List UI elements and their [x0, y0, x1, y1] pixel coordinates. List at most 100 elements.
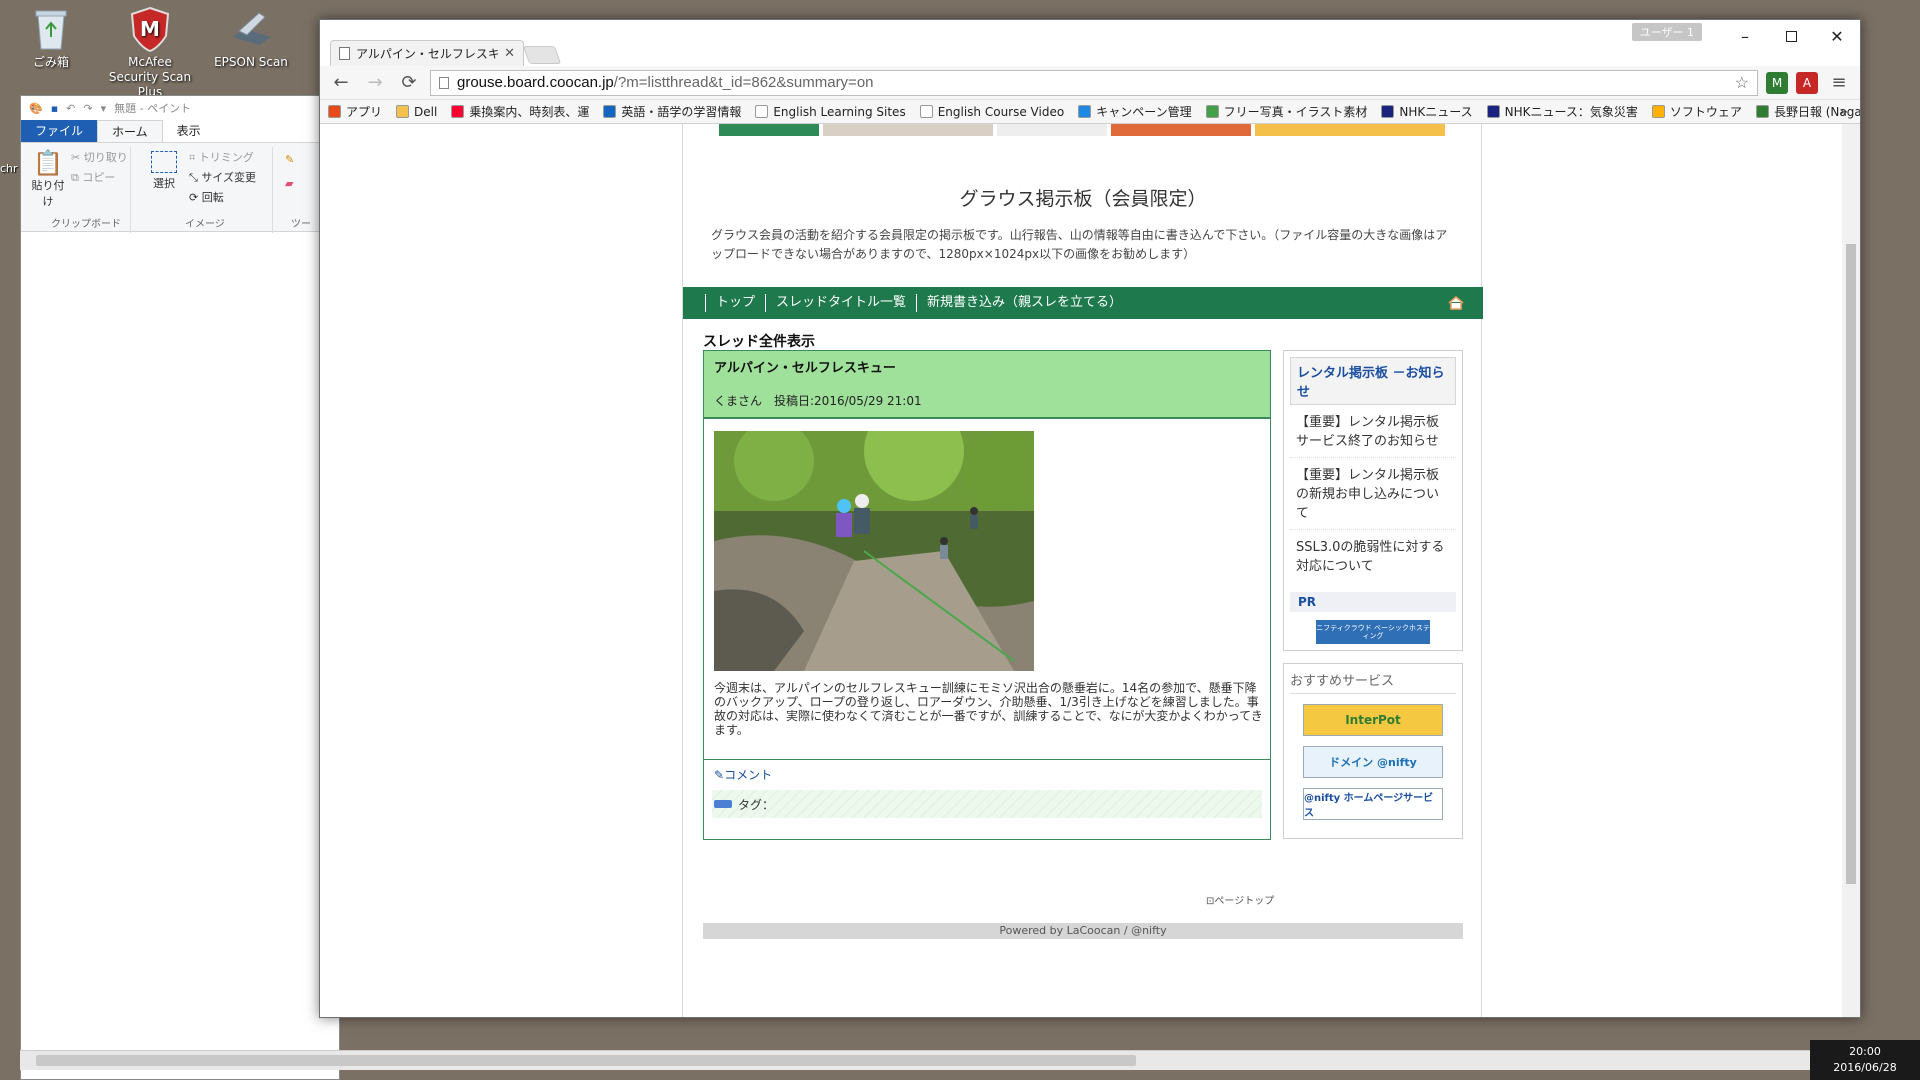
post-photo[interactable]: [714, 431, 1034, 671]
recommended-title: おすすめサービス: [1290, 670, 1456, 694]
page-container: グラウス掲示板（会員限定） グラウス会員の活動を紹介する会員限定の掲示板です。山…: [682, 124, 1483, 1017]
clipboard-icon: 📋: [33, 149, 63, 177]
comment-link[interactable]: ✎コメント: [714, 766, 772, 783]
trim-button[interactable]: ⌗ トリミング: [189, 149, 254, 165]
page-icon: [919, 105, 933, 118]
nav-top[interactable]: トップ: [705, 294, 765, 312]
bookmark-item[interactable]: English Learning Sites: [755, 105, 906, 119]
banner-image: [1111, 124, 1251, 136]
bookmark-item[interactable]: Dell: [396, 105, 437, 119]
banner-image: [719, 124, 819, 136]
nav-new-post[interactable]: 新規書き込み（親スレを立てる）: [916, 294, 1132, 312]
pr-label: PR: [1290, 592, 1456, 612]
climbing-photo: [714, 431, 1034, 671]
select-rectangle-icon: [151, 151, 177, 173]
nav-thread-list[interactable]: スレッドタイトル一覧: [765, 294, 916, 312]
tab-home[interactable]: ホーム: [97, 120, 163, 142]
site-icon: [1755, 105, 1769, 118]
bookmark-item[interactable]: ソフトウェア: [1651, 103, 1742, 120]
page-info-icon: [439, 76, 449, 89]
notice-item[interactable]: SSL3.0の脆弱性に対する対応について: [1290, 530, 1456, 582]
bookmark-star-icon[interactable]: ☆: [1735, 73, 1749, 93]
resize-button[interactable]: ⤡ サイズ変更: [189, 169, 256, 185]
eraser-icon[interactable]: ▰: [285, 177, 293, 190]
ad-interpot[interactable]: InterPot: [1303, 704, 1443, 736]
site-icon: [1205, 105, 1219, 118]
notice-item[interactable]: 【重要】レンタル掲示板の新規お申し込みについて: [1290, 458, 1456, 530]
quick-access-dropdown-icon[interactable]: ▾: [101, 102, 107, 115]
desktop-icon-epson-scan[interactable]: EPSON Scan: [205, 6, 297, 70]
desktop-icon-recycle-bin[interactable]: ごみ箱: [5, 6, 97, 70]
cut-button[interactable]: ✂ 切り取り: [71, 149, 128, 165]
bookmark-item[interactable]: アプリ: [328, 103, 382, 120]
maximize-button[interactable]: [1768, 20, 1814, 52]
extension-evernote-icon[interactable]: M: [1766, 71, 1788, 94]
save-icon[interactable]: ▪: [51, 102, 58, 115]
redo-icon[interactable]: ↷: [83, 102, 92, 115]
paint-horizontal-scrollbar[interactable]: [36, 1055, 1136, 1066]
bookmark-item[interactable]: NHKニュース: [1381, 103, 1473, 120]
banner-image: [1255, 124, 1445, 136]
tab-view[interactable]: 表示: [163, 120, 215, 142]
ad-domain[interactable]: ドメイン @nifty: [1303, 746, 1443, 778]
page-favicon-icon: [339, 47, 350, 60]
pencil-icon: ✎: [714, 768, 725, 782]
pr-banner[interactable]: ニフティクラウド ベーシックホスティング: [1316, 620, 1430, 644]
rotate-button[interactable]: ⟳ 回転: [189, 189, 224, 205]
bookmark-item[interactable]: English Course Video: [919, 105, 1064, 119]
extension-pdf-icon[interactable]: A: [1796, 71, 1818, 94]
reload-button[interactable]: ⟳: [396, 70, 422, 96]
paint-ribbon: 📋 貼り付け ✂ 切り取り ⧉ コピー クリップボード 選択 ⌗ トリミング ⤡…: [21, 142, 339, 233]
back-button[interactable]: ←: [328, 70, 354, 96]
system-clock[interactable]: 20:00 2016/06/28: [1810, 1040, 1920, 1080]
nhk-icon: [1486, 105, 1500, 118]
desktop-icon-mcafee[interactable]: M McAfee Security Scan Plus: [104, 6, 196, 100]
copy-button[interactable]: ⧉ コピー: [71, 169, 115, 185]
tag-icon: [714, 800, 732, 808]
bookmarks-overflow-icon[interactable]: »: [1839, 104, 1848, 120]
address-bar[interactable]: grouse.board.coocan.jp/?m=listthread&t_i…: [430, 69, 1758, 96]
recycle-bin-icon: [28, 6, 74, 52]
home-icon[interactable]: [1447, 294, 1465, 312]
banner-image: [997, 124, 1107, 136]
bookmark-item[interactable]: NHKニュース：気象災害: [1486, 103, 1638, 120]
bookmark-item[interactable]: 英語・語学の学習情報: [603, 103, 741, 120]
browser-tab[interactable]: アルパイン・セルフレスキュー： ✕: [330, 40, 524, 66]
browser-tabbar: アルパイン・セルフレスキュー： ✕ ユーザー 1 – ✕: [320, 20, 1860, 66]
chrome-menu-button[interactable]: ≡: [1826, 70, 1852, 96]
rotate-icon: ⟳: [189, 191, 199, 204]
bookmark-item[interactable]: キャンペーン管理: [1078, 103, 1192, 120]
minimize-button[interactable]: –: [1722, 20, 1768, 52]
tools-group-label: ツー: [291, 219, 311, 230]
paste-button[interactable]: 📋 貼り付け: [31, 149, 65, 209]
image-group: 選択 ⌗ トリミング ⤡ サイズ変更 ⟳ 回転 イメージ: [141, 147, 273, 233]
scrollbar-thumb[interactable]: [1846, 244, 1856, 884]
pencil-icon[interactable]: ✎: [285, 153, 294, 166]
paint-titlebar: 🎨 ▪ ↶ ↷ ▾ 無題 - ペイント: [21, 96, 339, 120]
page-icon: [755, 105, 769, 118]
forward-button[interactable]: →: [362, 70, 388, 96]
new-tab-button[interactable]: [522, 46, 562, 64]
undo-icon[interactable]: ↶: [66, 102, 75, 115]
edge-label: chr: [0, 162, 18, 175]
tab-file[interactable]: ファイル: [21, 120, 98, 142]
bookmark-item[interactable]: 乗換案内、時刻表、運: [451, 103, 589, 120]
close-tab-icon[interactable]: ✕: [504, 46, 515, 61]
footer-powered: Powered by LaCoocan / @nifty: [703, 923, 1463, 939]
site-icon: [603, 105, 617, 118]
user-profile-button[interactable]: ユーザー 1: [1631, 23, 1702, 41]
post-body: 今週末は、アルパインのセルフレスキュー訓練にモミソ沢出合の懸垂岩に。14名の参加…: [714, 681, 1263, 737]
thread-post: アルパイン・セルフレスキュー くまさん 投稿日:2016/05/29 21:01: [703, 350, 1271, 840]
global-nav: トップ スレッドタイトル一覧 新規書き込み（親スレを立てる）: [683, 287, 1483, 319]
notice-item[interactable]: 【重要】レンタル掲示板サービス終了のお知らせ: [1290, 405, 1456, 458]
select-button[interactable]: 選択: [149, 149, 179, 191]
close-window-button[interactable]: ✕: [1814, 20, 1860, 52]
bookmark-item[interactable]: フリー写真・イラスト素材: [1205, 103, 1367, 120]
ad-homepage-service[interactable]: @nifty ホームページサービス: [1303, 788, 1443, 820]
crop-icon: ⌗: [189, 151, 196, 164]
page-top-link[interactable]: ⊡ページトップ: [1206, 892, 1274, 907]
page-vertical-scrollbar[interactable]: [1842, 124, 1860, 1017]
hamburger-menu-icon: ≡: [1831, 72, 1847, 93]
image-group-label: イメージ: [185, 219, 225, 230]
paint-canvas[interactable]: [21, 234, 339, 1079]
